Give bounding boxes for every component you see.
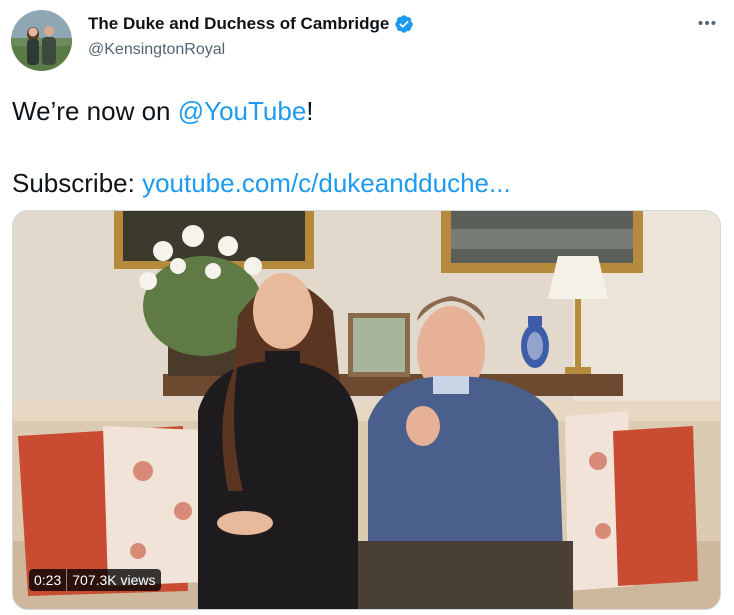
verified-badge-icon bbox=[394, 14, 414, 34]
more-options-icon[interactable] bbox=[696, 12, 718, 34]
author-avatar[interactable] bbox=[11, 10, 72, 71]
video-views-badge: 707.3K views bbox=[66, 569, 161, 591]
author-handle[interactable]: @KensingtonRoyal bbox=[88, 41, 225, 59]
tweet-text-intro: We’re now on bbox=[12, 96, 178, 126]
youtube-channel-link[interactable]: youtube.com/c/dukeandduche... bbox=[142, 168, 511, 198]
tweet-text-exclamation: ! bbox=[306, 96, 314, 126]
subscribe-label: Subscribe: bbox=[12, 168, 143, 198]
avatar-photo bbox=[11, 10, 72, 71]
video-thumbnail bbox=[13, 211, 720, 609]
author-display-name[interactable]: The Duke and Duchess of Cambridge bbox=[88, 14, 389, 34]
mention-link[interactable]: @YouTube bbox=[178, 96, 307, 126]
video-player[interactable]: 0:23 707.3K views bbox=[12, 210, 721, 610]
tweet-text: We’re now on @YouTube! Subscribe: youtub… bbox=[12, 94, 712, 200]
video-duration-badge: 0:23 bbox=[29, 569, 67, 591]
